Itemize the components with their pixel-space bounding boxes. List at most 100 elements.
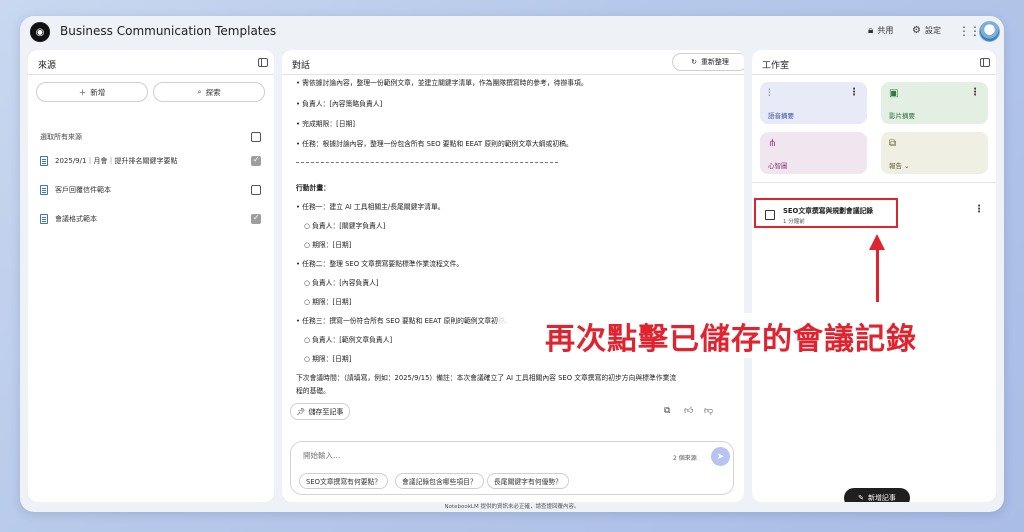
- collapse-sources-icon[interactable]: [258, 58, 268, 67]
- chat-heading: 行動計畫：: [296, 184, 330, 192]
- source-item[interactable]: 2025/9/1｜月會｜提升排名關鍵字要點: [40, 156, 177, 166]
- note-title: SEO文章撰寫與規劃會議記錄: [783, 207, 874, 215]
- thumbs-up-icon[interactable]: 👍︎: [684, 406, 693, 416]
- divider: [28, 74, 274, 75]
- chat-text: • 任務：根據討論內容，整理一份包含所有 SEO 要點和 EEAT 原則的範例文…: [296, 140, 573, 148]
- tile-label: 語音摘要: [768, 112, 794, 120]
- save-to-note-button[interactable]: 📌︎ 儲存至記事: [290, 403, 350, 420]
- disclaimer-text: NotebookLM 提供的資訊未必正確，請查證回覆內容。: [444, 504, 580, 510]
- thumbs-down-icon[interactable]: 👎︎: [704, 406, 713, 416]
- send-button[interactable]: ➤: [711, 447, 730, 466]
- divider: [282, 74, 744, 75]
- suggestion-chip[interactable]: 會議記錄包含哪些項目？: [395, 473, 484, 489]
- app-window: ◉ Business Communication Templates 🔒︎ 共用…: [20, 16, 1004, 512]
- mindmap-tile[interactable]: ⋔ 心智圖: [760, 132, 867, 174]
- explore-sources-button[interactable]: ⌕ 探索: [153, 82, 265, 102]
- studio-panel: 工作室 ⫶ ⋮ 語音摘要 ▣ ⋮ 影片摘要 ⋔ 心智圖 ⧉ 報告 ⌄ SEO文章: [752, 50, 996, 502]
- chat-header: 對話: [292, 61, 311, 71]
- chat-text: ○ 期限：[日期]: [304, 355, 352, 363]
- chat-text: • 任務一：建立 AI 工具相關主/長尾關鍵字清單。: [296, 203, 445, 211]
- reorganize-button[interactable]: ↻ 重新整理: [672, 53, 744, 71]
- document-icon: [40, 214, 48, 224]
- tile-label: 心智圖: [768, 162, 788, 170]
- chevron-down-icon: ⌄: [904, 162, 910, 170]
- sparkle-search-icon: ⌕: [197, 87, 202, 96]
- chat-text: ○ 期限：[日期]: [304, 241, 352, 249]
- collapse-studio-icon[interactable]: [980, 58, 990, 67]
- share-label: 共用: [877, 26, 894, 35]
- suggestion-chip[interactable]: 長尾關鍵字有何優勢？: [487, 473, 569, 489]
- chat-text: 程的基礎。: [296, 387, 330, 395]
- video-overview-tile[interactable]: ▣ ⋮ 影片摘要: [881, 82, 988, 124]
- settings-button[interactable]: ⚙ 設定: [912, 25, 941, 36]
- report-tile[interactable]: ⧉ 報告 ⌄: [881, 132, 988, 174]
- chat-input[interactable]: [303, 451, 603, 460]
- add-note-button[interactable]: ✎ 新增記事: [844, 488, 910, 502]
- chat-text: • 完成期限：[日期]: [296, 120, 356, 128]
- video-icon: ▣: [889, 88, 899, 99]
- annotation-callout: 再次點擊已儲存的會議記錄: [498, 313, 964, 358]
- settings-label: 設定: [924, 26, 941, 35]
- select-all-label: 選取所有來源: [40, 133, 82, 141]
- avatar[interactable]: [979, 21, 1000, 42]
- source-checkbox[interactable]: [251, 155, 261, 166]
- chat-text: • 負責人：[內容策略負責人]: [296, 100, 383, 108]
- source-item-label: 會議格式範本: [55, 215, 97, 223]
- mindmap-icon: ⋔: [768, 138, 777, 149]
- chat-text: • 需依據討論內容，整理一份範例文章，並建立關鍵字清單，作為團隊撰寫時的參考，待…: [296, 79, 588, 87]
- gear-icon: ⚙: [912, 25, 921, 36]
- top-bar: ◉ Business Communication Templates 🔒︎ 共用…: [20, 16, 1004, 48]
- suggestion-chip[interactable]: SEO文章撰寫有何要點？: [299, 473, 389, 489]
- divider: [752, 74, 996, 75]
- add-source-button[interactable]: ＋ 新增: [36, 82, 148, 102]
- source-item[interactable]: 客戶回覆信件範本: [40, 185, 111, 195]
- chat-text: ○ 期限：[日期]: [304, 298, 352, 306]
- chat-text: • 任務三：撰寫一份符合所有 SEO 要點和 EEAT 原則的範例文章初稿。: [296, 317, 512, 325]
- chat-text: 下次會議時間：（請填寫，例如：2025/9/15）備註：本次會議確立了 AI 工…: [296, 374, 677, 382]
- pencil-icon: ✎: [858, 494, 864, 502]
- send-icon: ➤: [716, 451, 725, 462]
- chat-composer: 2 個來源 ➤ SEO文章撰寫有何要點？ 會議記錄包含哪些項目？ 長尾關鍵字有何…: [290, 441, 734, 495]
- more-icon[interactable]: ⋮: [849, 87, 859, 98]
- source-item-label: 客戶回覆信件範本: [55, 186, 111, 194]
- divider: [752, 182, 996, 183]
- source-checkbox[interactable]: [251, 213, 261, 224]
- source-item[interactable]: 會議格式範本: [40, 214, 97, 224]
- more-icon[interactable]: ⋮: [970, 87, 980, 98]
- separator-line: [296, 162, 558, 163]
- sources-panel: 來源 ＋ 新增 ⌕ 探索 選取所有來源 2025/9/1｜月會｜提升排名關鍵字要…: [28, 50, 274, 502]
- explore-label: 探索: [205, 87, 221, 97]
- chat-text: ○ 負責人：[範例文章負責人]: [304, 336, 393, 344]
- note-icon: [765, 210, 775, 220]
- select-all-checkbox[interactable]: [251, 132, 261, 142]
- share-button[interactable]: 🔒︎ 共用: [868, 25, 893, 36]
- audio-wave-icon: ⫶: [768, 88, 771, 99]
- audio-overview-tile[interactable]: ⫶ ⋮ 語音摘要: [760, 82, 867, 124]
- document-icon: [40, 156, 48, 166]
- notebook-title[interactable]: Business Communication Templates: [60, 24, 276, 38]
- source-checkbox[interactable]: [251, 185, 261, 195]
- plus-icon: ＋: [78, 87, 87, 97]
- tile-label: 影片摘要: [889, 112, 915, 120]
- tile-label: 報告: [889, 162, 902, 170]
- pin-icon: 📌︎: [296, 407, 306, 416]
- chat-text: • 任務二：整理 SEO 文章撰寫要點標準作業流程文件。: [296, 260, 464, 268]
- note-more-icon[interactable]: ⋮: [974, 204, 984, 215]
- notebooklm-logo-icon[interactable]: ◉: [30, 22, 50, 42]
- source-item-label: 2025/9/1｜月會｜提升排名關鍵字要點: [55, 157, 178, 165]
- save-note-label: 儲存至記事: [308, 407, 344, 416]
- source-count: 2 個來源: [673, 455, 697, 462]
- document-icon: [40, 185, 48, 195]
- note-timestamp: 1 分鐘前: [783, 219, 805, 225]
- saved-note-item[interactable]: SEO文章撰寫與規劃會議記錄 1 分鐘前: [754, 198, 898, 228]
- report-icon: ⧉: [889, 138, 897, 149]
- copy-icon[interactable]: ⧉: [664, 406, 670, 416]
- add-source-label: 新增: [90, 87, 106, 97]
- annotation-arrow: [876, 246, 879, 302]
- studio-header: 工作室: [762, 61, 790, 71]
- sources-header: 來源: [38, 61, 57, 71]
- refresh-icon: ↻: [691, 58, 697, 66]
- chat-text: ○ 負責人：[內容負責人]: [304, 279, 379, 287]
- add-note-label: 新增記事: [867, 494, 896, 502]
- report-dropdown[interactable]: 報告 ⌄: [889, 160, 910, 170]
